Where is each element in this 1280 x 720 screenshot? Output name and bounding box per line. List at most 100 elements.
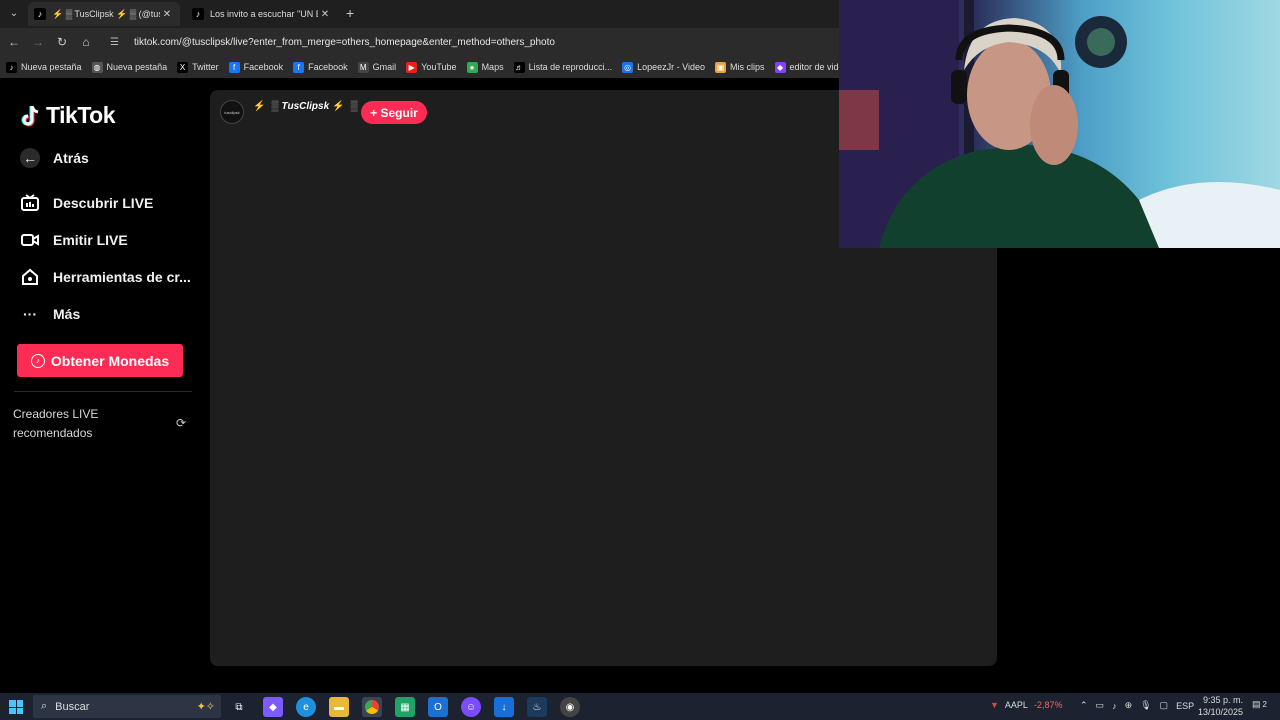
copilot-icon[interactable]: ◆ bbox=[263, 697, 283, 717]
sidebar-divider bbox=[14, 391, 192, 392]
more-icon: ··· bbox=[23, 306, 37, 322]
bookmark-label: Facebook bbox=[243, 62, 284, 72]
editor-icon: ◆ bbox=[774, 61, 786, 73]
nav-label: Herramientas de cr... bbox=[53, 269, 191, 285]
nav-label: Más bbox=[53, 306, 81, 322]
bookmark-nueva-pesta-a[interactable]: ◍ Nueva pestaña bbox=[91, 61, 168, 73]
nav-go-live[interactable]: Emitir LIVE bbox=[20, 230, 128, 250]
obs-icon[interactable]: ◉ bbox=[560, 697, 580, 717]
bookmark-youtube[interactable]: ▶ YouTube bbox=[406, 61, 457, 73]
sparkle-icon: ✦✧ bbox=[196, 701, 215, 713]
bookmark-lopeezjr-video[interactable]: ◎ LopeezJr - Video bbox=[622, 61, 705, 73]
clips-icon: ▣ bbox=[715, 61, 727, 73]
bookmark-facebook[interactable]: f Facebook bbox=[228, 61, 284, 73]
store-icon[interactable]: ▦ bbox=[395, 697, 415, 717]
tab-search-dropdown-icon[interactable]: ⌄ bbox=[6, 5, 22, 21]
bookmark-maps[interactable]: ● Maps bbox=[466, 61, 504, 73]
x-icon: X bbox=[177, 61, 189, 73]
tab-los-invito[interactable]: ♪ Los invito a escuchar "UN ESCA ✕ bbox=[186, 2, 338, 26]
reload-icon[interactable]: ↻ bbox=[54, 34, 70, 50]
download-app-icon[interactable]: ↓ bbox=[494, 697, 514, 717]
steam-icon[interactable]: ♨ bbox=[527, 697, 547, 717]
live-tv-icon bbox=[20, 193, 40, 213]
back-label: Atrás bbox=[53, 150, 89, 166]
follow-button[interactable]: + Seguir bbox=[361, 101, 427, 124]
file-explorer-icon[interactable]: ▬ bbox=[329, 697, 349, 717]
avatar-text: tusclipsk bbox=[224, 109, 240, 115]
battery-icon[interactable]: ▭ bbox=[1096, 700, 1105, 711]
bookmark-nueva-pesta-a[interactable]: ♪ Nueva pestaña bbox=[6, 61, 82, 73]
get-coins-button[interactable]: ♪ Obtener Monedas bbox=[17, 344, 183, 377]
search-placeholder: Buscar bbox=[55, 700, 90, 713]
nav-label: Emitir LIVE bbox=[53, 232, 128, 248]
lightning-icon: ⚡ bbox=[332, 101, 345, 112]
search-icon: ⌕ bbox=[41, 700, 48, 712]
stock-symbol: AAPL bbox=[1004, 700, 1028, 710]
tab-tusclipsk[interactable]: ♪ ⚡ ▒ TusClipsk ⚡ ▒ (@tusc ✕ bbox=[28, 2, 180, 26]
bookmark-label: Maps bbox=[481, 62, 504, 72]
bookmark-gmail[interactable]: M Gmail bbox=[357, 61, 397, 73]
bookmark-mis-clips[interactable]: ▣ Mis clips bbox=[715, 61, 765, 73]
tiktok-logo[interactable]: TikTok bbox=[20, 102, 116, 129]
close-tab-icon[interactable]: ✕ bbox=[318, 9, 332, 20]
bookmark-label: Nueva pestaña bbox=[106, 62, 168, 72]
close-tab-icon[interactable]: ✕ bbox=[160, 9, 174, 20]
display-icon[interactable]: ▢ bbox=[1160, 700, 1169, 711]
get-coins-label: Obtener Monedas bbox=[50, 352, 170, 369]
home-tools-icon bbox=[20, 267, 40, 287]
clock-date: 13/10/2025 bbox=[1198, 707, 1244, 717]
edge-icon[interactable]: e bbox=[296, 697, 316, 717]
avatar[interactable]: tusclipsk bbox=[220, 100, 244, 124]
stock-widget[interactable]: ▼ AAPL -2,87% bbox=[990, 700, 1062, 710]
language-indicator[interactable]: ESP bbox=[1176, 701, 1194, 711]
nav-creator-tools[interactable]: Herramientas de cr... bbox=[20, 267, 191, 287]
chrome-icon[interactable] bbox=[362, 697, 382, 717]
system-tray-icons[interactable]: ⌃ ▭ ♪ ⊕ 🎙 ▢ ESP bbox=[1080, 700, 1194, 711]
chevron-up-icon[interactable]: ⌃ bbox=[1080, 700, 1088, 711]
tiktok-note-icon bbox=[21, 105, 39, 126]
site-info-icon[interactable]: ☰ bbox=[110, 37, 126, 48]
tiktok-favicon-icon: ♪ bbox=[192, 8, 204, 20]
microphone-icon[interactable]: 🎙 bbox=[1140, 700, 1151, 711]
bookmark-twitter[interactable]: X Twitter bbox=[177, 61, 219, 73]
bookmark-label: Mis clips bbox=[730, 62, 765, 72]
forward-arrow-icon[interactable]: → bbox=[30, 34, 46, 50]
network-icon[interactable]: ⊕ bbox=[1125, 700, 1133, 711]
facebook-icon: f bbox=[228, 61, 240, 73]
bookmark-label: Lista de reproducci... bbox=[528, 62, 613, 72]
webcam-overlay bbox=[839, 0, 1280, 248]
bookmark-label: Facebook bbox=[308, 62, 348, 72]
speaker-icon[interactable]: ♪ bbox=[1112, 701, 1117, 711]
tiktok-logo-text: TikTok bbox=[46, 102, 116, 128]
back-arrow-icon[interactable]: ← bbox=[6, 34, 22, 50]
refresh-icon[interactable]: ⟳ bbox=[176, 416, 186, 430]
bookmark-label: Gmail bbox=[372, 62, 397, 72]
tab-title: ⚡ ▒ TusClipsk ⚡ ▒ (@tusc bbox=[52, 8, 160, 19]
globe-icon: ◍ bbox=[91, 61, 103, 73]
nav-discover-live[interactable]: Descubrir LIVE bbox=[20, 193, 153, 213]
notification-count: 2 bbox=[1262, 700, 1267, 709]
tab-title: Los invito a escuchar "UN ESCA bbox=[210, 9, 318, 19]
home-icon[interactable]: ⌂ bbox=[78, 34, 94, 50]
webcam-person-image bbox=[839, 0, 1280, 248]
clock[interactable]: 9:35 p. m. 13/10/2025 bbox=[1198, 694, 1243, 718]
bookmark-label: Nueva pestaña bbox=[21, 62, 82, 72]
discord-icon[interactable]: ☺ bbox=[461, 697, 481, 717]
nav-more[interactable]: ··· Más bbox=[20, 304, 80, 324]
streamer-name[interactable]: ⚡ ▒ TusClipsk ⚡ ▒ bbox=[250, 101, 361, 112]
gmail-icon: M bbox=[357, 61, 369, 73]
back-link[interactable]: ← Atrás bbox=[20, 148, 89, 168]
taskbar-search[interactable]: ⌕ Buscar ✦✧ bbox=[33, 695, 221, 718]
bookmark-lista-de-reproducci[interactable]: ♬ Lista de reproducci... bbox=[513, 61, 613, 73]
streamer-name-text: TusClipsk bbox=[281, 101, 330, 112]
windows-start-icon[interactable] bbox=[9, 700, 23, 714]
tiktok-icon: ♪ bbox=[6, 61, 17, 73]
notifications-button[interactable]: ▤ 2 bbox=[1252, 699, 1267, 710]
box-icon: ▒ bbox=[271, 101, 279, 112]
camera-icon bbox=[20, 230, 40, 250]
bookmark-facebook[interactable]: f Facebook bbox=[293, 61, 348, 73]
outlook-icon[interactable]: O bbox=[428, 697, 448, 717]
lightning-icon: ⚡ bbox=[253, 101, 266, 112]
task-view-icon[interactable]: ⧉ bbox=[229, 697, 249, 717]
new-tab-button[interactable]: + bbox=[346, 5, 354, 21]
